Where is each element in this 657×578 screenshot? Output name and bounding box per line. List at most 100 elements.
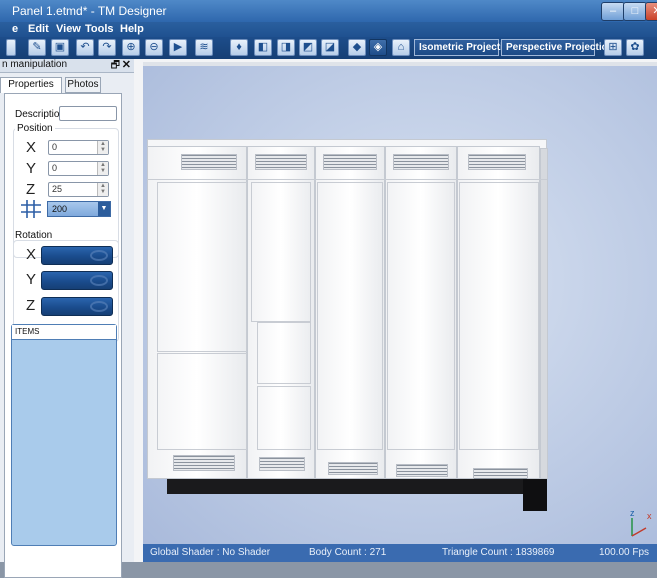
light-icon[interactable]: ♦ <box>230 39 248 56</box>
description-input[interactable] <box>59 106 117 121</box>
position-z-spinner[interactable]: ▲ ▼ <box>97 183 108 196</box>
menu-help[interactable]: Help <box>120 23 144 35</box>
new-file-icon[interactable] <box>6 39 16 56</box>
minimize-icon: – <box>609 5 617 17</box>
title-bar: Panel 1.etmd* - TM Designer – □ ✕ <box>0 0 657 22</box>
rotate-x-button[interactable] <box>41 246 113 265</box>
rotate-x-icon <box>90 250 108 261</box>
3d-viewport[interactable]: z x <box>143 66 657 544</box>
shader-status: Global Shader : No Shader <box>150 547 271 558</box>
door-1-lower <box>157 353 247 450</box>
maximize-button[interactable]: □ <box>623 2 647 21</box>
view-left-icon[interactable]: ◩ <box>299 39 317 56</box>
top-vent-3 <box>323 154 377 170</box>
top-divider <box>147 179 547 180</box>
menu-file[interactable]: e <box>12 23 18 35</box>
grid-toggle-icon[interactable]: ⊞ <box>604 39 622 56</box>
rotation-x-label: X <box>26 246 37 263</box>
view-right-icon[interactable]: ◪ <box>321 39 339 56</box>
axis-z-label: z <box>630 508 635 518</box>
top-vent-2 <box>255 154 307 170</box>
isometric-projection-button[interactable]: Isometric Projection <box>414 39 515 56</box>
bottom-vent-2 <box>259 457 305 471</box>
menu-view[interactable]: View <box>56 23 81 35</box>
undo-icon[interactable]: ↶ <box>76 39 94 56</box>
cabinet-plinth-side <box>523 479 547 511</box>
axis-gizmo-icon <box>631 518 647 537</box>
view-top-icon[interactable]: ◆ <box>348 39 366 56</box>
bottom-vent-1 <box>173 455 235 471</box>
settings-icon[interactable]: ✿ <box>626 39 644 56</box>
close-icon: ✕ <box>646 3 657 19</box>
properties-panel-body: Description Position X 0 ▲ ▼ Y 0 ▲ ▼ Z 25 … <box>4 93 122 578</box>
position-x-input[interactable]: 0 ▲ ▼ <box>48 140 109 155</box>
position-y-input[interactable]: 0 ▲ ▼ <box>48 161 109 176</box>
cabinet-side-panel <box>540 148 548 479</box>
top-vent-1 <box>181 154 237 170</box>
position-x-label: X <box>26 139 37 156</box>
panel-title: n manipulation <box>2 59 68 70</box>
bottom-vent-4 <box>396 464 448 477</box>
position-x-value: 0 <box>52 142 58 152</box>
manipulation-panel: n manipulation 🗗 ✕ Properties 3D Photos … <box>0 58 135 578</box>
items-list[interactable]: ITEMS <box>11 324 117 546</box>
door-2-lower <box>257 386 311 450</box>
top-vent-5 <box>468 154 526 170</box>
position-x-spinner[interactable]: ▲ ▼ <box>97 141 108 154</box>
redo-icon[interactable]: ↷ <box>98 39 116 56</box>
menu-edit[interactable]: Edit <box>28 23 49 35</box>
axis-x-label: x <box>647 511 652 521</box>
rotate-z-icon <box>90 301 108 312</box>
door-1-upper <box>157 182 247 352</box>
save-icon[interactable]: ▣ <box>51 39 69 56</box>
view-bottom-icon[interactable]: ◈ <box>369 39 387 56</box>
close-button[interactable]: ✕ <box>645 2 657 21</box>
rotate-y-icon <box>90 275 108 286</box>
grid-size-value: 200 <box>52 204 68 214</box>
view-back-icon[interactable]: ◨ <box>277 39 295 56</box>
view-reset-icon[interactable]: ⌂ <box>392 39 410 56</box>
minimize-button[interactable]: – <box>601 2 625 21</box>
position-y-spinner[interactable]: ▲ ▼ <box>97 162 108 175</box>
select-pointer-icon[interactable]: ▶ <box>169 39 187 56</box>
fps-status: 100.00 Fps <box>599 547 650 558</box>
open-folder-icon[interactable]: ✎ <box>28 39 46 56</box>
zoom-out-icon[interactable]: ⊖ <box>145 39 163 56</box>
grid-size-select[interactable]: 200 ▼ <box>47 201 111 217</box>
top-vent-4 <box>393 154 449 170</box>
position-z-label: Z <box>26 181 36 198</box>
perspective-projection-button[interactable]: Perspective Projection <box>501 39 614 56</box>
door-5 <box>459 182 539 450</box>
door-3 <box>317 182 383 450</box>
toolbar: ✎ ▣ ↶ ↷ ⊕ ⊖ ▶ ≋ ♦ ◧ ◨ ◩ ◪ ◆ ◈ ⌂ Isometri… <box>0 37 657 59</box>
panel-tabs: Properties 3D Photos <box>0 77 134 104</box>
items-header: ITEMS <box>12 325 116 340</box>
rotate-y-button[interactable] <box>41 271 113 290</box>
position-label: Position <box>15 123 55 134</box>
door-4 <box>387 182 455 450</box>
float-panel-icon[interactable]: 🗗 <box>111 58 120 75</box>
rotate-z-button[interactable] <box>41 297 113 316</box>
position-y-label: Y <box>26 160 37 177</box>
layers-icon[interactable]: ≋ <box>195 39 213 56</box>
status-bar: Global Shader : No Shader Body Count : 2… <box>143 544 657 562</box>
body-count-status: Body Count : 271 <box>309 547 387 558</box>
chevron-down-icon: ▼ <box>98 202 110 216</box>
position-y-value: 0 <box>52 163 58 173</box>
close-panel-icon[interactable]: ✕ <box>122 58 131 71</box>
menu-tools[interactable]: Tools <box>85 23 114 35</box>
tab-properties-3d[interactable]: Properties 3D <box>0 77 62 104</box>
window-title: Panel 1.etmd* - TM Designer <box>12 4 167 18</box>
view-front-icon[interactable]: ◧ <box>254 39 272 56</box>
maximize-icon: □ <box>631 5 639 17</box>
tab-photos[interactable]: Photos <box>65 77 101 93</box>
rotation-z-label: Z <box>26 297 36 314</box>
door-2-upper <box>251 182 311 322</box>
door-2-middle <box>257 322 311 384</box>
grid-snap-icon <box>21 200 41 218</box>
triangle-count-status: Triangle Count : 1839869 <box>442 547 555 558</box>
description-label: Description <box>15 109 66 120</box>
position-z-input[interactable]: 25 ▲ ▼ <box>48 182 109 197</box>
zoom-in-icon[interactable]: ⊕ <box>122 39 140 56</box>
position-z-value: 25 <box>52 184 63 194</box>
